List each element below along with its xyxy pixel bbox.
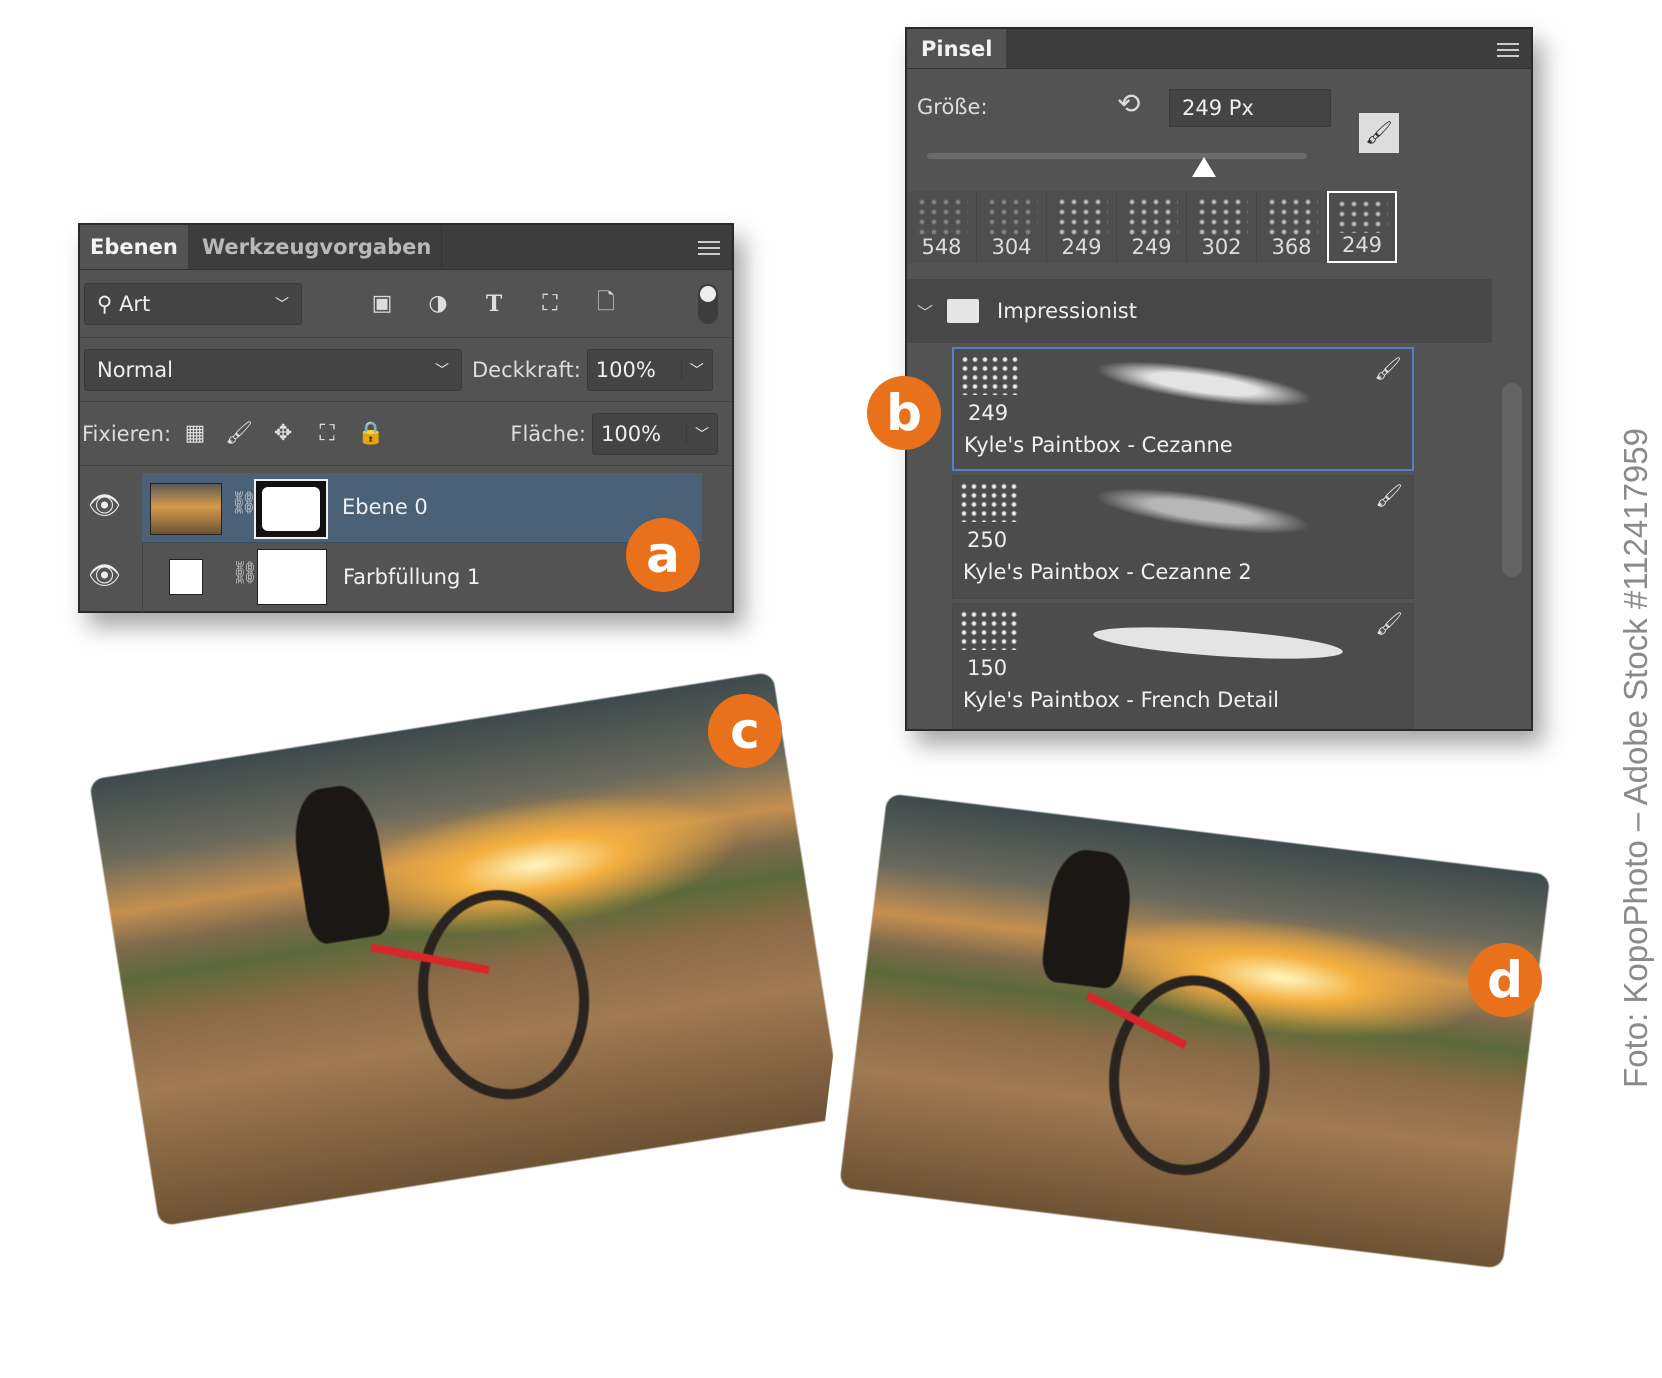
blend-mode-value: Normal	[97, 357, 173, 382]
layer-mask-thumbnail[interactable]	[257, 549, 327, 605]
layer-row[interactable]: 👁 ⛓ Ebene 0	[80, 473, 702, 543]
bike-photo	[839, 793, 1551, 1269]
layer-thumbnail	[150, 483, 222, 535]
fill-color-swatch[interactable]	[169, 559, 203, 595]
filter-toggle[interactable]	[698, 283, 718, 324]
image-filter-icon[interactable]: ▣	[364, 285, 400, 323]
folder-icon	[947, 299, 980, 323]
filter-kind-select[interactable]: ⚲ Art ﹀	[84, 282, 302, 325]
brush-name: Kyle's Paintbox - French Detail	[963, 688, 1280, 712]
lock-position-icon[interactable]: ✥	[265, 421, 301, 446]
chevron-down-icon[interactable]: ﹀	[686, 423, 717, 444]
preset-item[interactable]: 548	[907, 191, 977, 263]
callout-badge-d: d	[1468, 943, 1542, 1017]
chevron-down-icon[interactable]: ﹀	[680, 359, 712, 380]
brush-size: 249	[968, 401, 1009, 425]
brush-item-selected[interactable]: 🖌 249 Kyle's Paintbox - Cezanne	[952, 347, 1414, 471]
recent-presets: 548 304 249 249 302 368 249	[907, 191, 1397, 263]
brush-pen-icon: 🖌	[1375, 612, 1403, 637]
layer-row[interactable]: 👁 ⛓ Farbfüllung 1	[80, 543, 702, 613]
fill-input[interactable]: 100% ﹀	[592, 412, 718, 455]
lock-image-pixels-icon[interactable]: 🖌	[221, 421, 257, 446]
fill-value: 100%	[601, 421, 662, 446]
brush-tip-icon	[959, 482, 1019, 522]
layer-name[interactable]: Ebene 0	[342, 495, 428, 519]
tab-werkzeugvorgaben[interactable]: Werkzeugvorgaben	[192, 225, 443, 269]
brush-panel: Pinsel Größe: ⟲ 249 Px 🖌 548 304 249 249…	[905, 27, 1533, 731]
size-value: 249 Px	[1182, 96, 1254, 120]
brush-name: Kyle's Paintbox - Cezanne 2	[963, 560, 1252, 584]
tab-pinsel[interactable]: Pinsel	[907, 29, 1007, 68]
panel-menu-icon[interactable]	[698, 241, 720, 255]
brush-item[interactable]: 🖌 150 Kyle's Paintbox - French Detail	[952, 603, 1414, 729]
fill-label: Fläche:	[510, 421, 586, 446]
brush-pen-icon: 🖌	[1375, 484, 1403, 509]
brush-tip-icon	[959, 610, 1019, 650]
type-filter-icon[interactable]: T	[476, 285, 512, 323]
preset-item[interactable]: 368	[1257, 191, 1327, 263]
preset-item[interactable]: 302	[1187, 191, 1257, 263]
preset-item[interactable]: 304	[977, 191, 1047, 263]
lock-transparent-pixels-icon[interactable]: ▦	[177, 421, 213, 446]
brush-stroke-preview	[1092, 621, 1344, 665]
callout-badge-c: c	[708, 694, 782, 768]
folder-name: Impressionist	[997, 299, 1137, 323]
chevron-down-icon[interactable]: ﹀	[917, 299, 933, 323]
brush-size: 250	[967, 528, 1008, 552]
brush-settings-button[interactable]: 🖌	[1359, 113, 1399, 153]
scrollbar-thumb[interactable]	[1502, 383, 1522, 577]
brush-stroke-preview	[1091, 478, 1315, 544]
size-input[interactable]: 249 Px	[1169, 89, 1331, 127]
blend-mode-select[interactable]: Normal ﹀	[84, 348, 462, 391]
photo-result-d	[812, 762, 1584, 1313]
search-icon: ⚲	[97, 291, 120, 316]
opacity-input[interactable]: 100% ﹀	[586, 348, 713, 391]
lock-all-icon[interactable]: 🔒	[353, 421, 389, 446]
panel-menu-icon[interactable]	[1497, 43, 1519, 57]
brush-size: 150	[967, 656, 1008, 680]
shape-filter-icon[interactable]: ⛶	[532, 285, 568, 323]
size-slider[interactable]	[927, 153, 1307, 177]
brush-name: Kyle's Paintbox - Cezanne	[964, 433, 1233, 457]
lock-label: Fixieren:	[82, 421, 172, 446]
tab-ebenen[interactable]: Ebenen	[80, 225, 188, 269]
brush-item[interactable]: 🖌 250 Kyle's Paintbox - Cezanne 2	[952, 475, 1414, 599]
layer-name[interactable]: Farbfüllung 1	[343, 565, 480, 589]
visibility-eye-icon[interactable]: 👁	[88, 491, 121, 521]
layer-mask-thumbnail[interactable]	[254, 479, 328, 539]
preset-item[interactable]: 249	[1047, 191, 1117, 263]
callout-badge-b: b	[867, 376, 941, 450]
brush-folder-header[interactable]: ﹀ Impressionist	[907, 279, 1492, 343]
callout-badge-a: a	[626, 518, 700, 592]
lock-artboard-icon[interactable]: ⛶	[309, 421, 345, 446]
reset-size-icon[interactable]: ⟲	[1117, 87, 1140, 120]
opacity-label: Deckkraft:	[472, 357, 581, 382]
chevron-down-icon: ﹀	[435, 362, 449, 379]
preset-item[interactable]: 249	[1117, 191, 1187, 263]
filter-kind-label: Art	[119, 291, 151, 316]
brush-tip-icon	[960, 355, 1020, 395]
size-slider-thumb[interactable]	[1192, 157, 1216, 177]
smart-object-filter-icon[interactable]: 🗋	[588, 285, 624, 323]
chevron-down-icon: ﹀	[275, 296, 289, 313]
visibility-eye-icon[interactable]: 👁	[88, 561, 121, 591]
size-label: Größe:	[917, 95, 988, 119]
preset-item-selected[interactable]: 249	[1327, 191, 1397, 263]
brush-stroke-preview	[1092, 351, 1316, 417]
photo-credit: Foto: KopoPhoto – Adobe Stock #112417959	[1617, 428, 1654, 1088]
adjustment-filter-icon[interactable]: ◑	[420, 285, 456, 323]
brush-pen-icon: 🖌	[1374, 357, 1402, 382]
opacity-value: 100%	[595, 357, 656, 382]
link-icon[interactable]: ⛓	[231, 561, 259, 586]
